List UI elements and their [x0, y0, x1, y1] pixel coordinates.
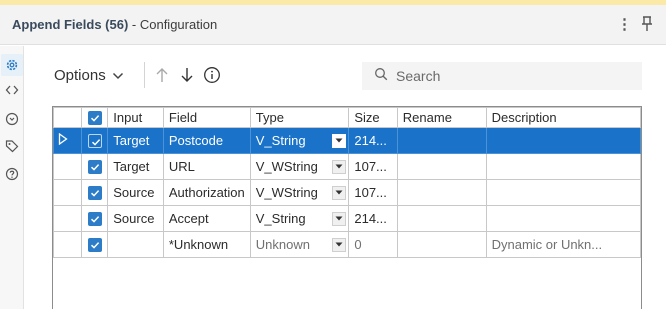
cell-size[interactable]: 0	[348, 231, 398, 258]
options-dropdown[interactable]: Options	[54, 67, 124, 84]
row-include-checkbox[interactable]	[81, 205, 109, 232]
row-include-checkbox[interactable]	[81, 179, 109, 206]
search-icon	[374, 67, 388, 86]
cell-size[interactable]: 214...	[348, 127, 398, 154]
cell-input	[107, 231, 164, 258]
cell-input: Source	[107, 179, 164, 206]
search-box[interactable]	[362, 62, 642, 90]
type-dropdown[interactable]: V_String	[249, 205, 350, 232]
toolbar: Options	[40, 60, 650, 92]
column-header-input[interactable]: Input	[107, 107, 164, 128]
cell-rename[interactable]	[396, 127, 487, 154]
column-header-type[interactable]: Type	[249, 107, 350, 128]
chevron-down-icon	[112, 67, 124, 84]
row-marker-header	[53, 107, 83, 128]
cell-description[interactable]: Dynamic or Unkn...	[485, 231, 641, 258]
cell-field: URL	[162, 153, 251, 180]
cell-input: Target	[107, 153, 164, 180]
select-all-checkbox[interactable]	[81, 107, 109, 128]
dropdown-arrow-icon[interactable]	[332, 133, 347, 148]
table-header-row: Input Field Type Size Rename Description	[53, 107, 641, 128]
sidebar	[0, 46, 24, 309]
cell-type: V_String	[255, 133, 306, 148]
column-header-field[interactable]: Field	[162, 107, 251, 128]
tool-name: Append Fields (56)	[12, 17, 129, 32]
panel-header: Append Fields (56) - Configuration ⋮	[0, 5, 666, 45]
type-dropdown[interactable]: Unknown	[249, 231, 350, 258]
dropdown-arrow-icon[interactable]	[332, 237, 347, 252]
cell-size[interactable]: 214...	[348, 205, 398, 232]
cell-field: *Unknown	[162, 231, 251, 258]
type-dropdown[interactable]: V_String	[249, 127, 350, 154]
row-include-checkbox[interactable]	[81, 127, 109, 154]
cell-rename[interactable]	[396, 205, 487, 232]
cell-type: V_String	[255, 211, 306, 226]
code-icon[interactable]	[5, 83, 19, 97]
options-label: Options	[54, 67, 106, 84]
cell-field: Postcode	[162, 127, 251, 154]
fields-table: Input Field Type Size Rename Description…	[53, 107, 641, 258]
cell-size[interactable]: 107...	[348, 179, 398, 206]
cell-rename[interactable]	[396, 179, 487, 206]
row-pointer-icon	[53, 127, 83, 154]
checkbox-checked-icon	[87, 111, 102, 126]
cell-type: V_WString	[255, 159, 318, 174]
checkbox-checked-icon	[87, 212, 102, 227]
row-marker	[53, 179, 83, 206]
dropdown-arrow-icon[interactable]	[332, 185, 347, 200]
checkbox-checked-icon	[87, 134, 102, 149]
type-dropdown[interactable]: V_WString	[249, 153, 350, 180]
kebab-menu-icon[interactable]: ⋮	[617, 15, 632, 33]
panel-title: Append Fields (56) - Configuration	[12, 17, 217, 32]
cell-description[interactable]	[485, 127, 641, 154]
cell-input: Target	[107, 127, 164, 154]
cell-description[interactable]	[485, 179, 641, 206]
checkbox-checked-icon	[87, 238, 102, 253]
column-header-description[interactable]: Description	[485, 107, 641, 128]
search-input[interactable]	[396, 68, 616, 84]
table-row[interactable]: Source Authorization V_WString 107...	[53, 179, 641, 206]
gear-icon[interactable]	[1, 54, 23, 76]
row-include-checkbox[interactable]	[81, 231, 109, 258]
table-row[interactable]: *Unknown Unknown 0 Dynamic or Unkn...	[53, 231, 641, 258]
info-icon[interactable]	[203, 66, 221, 84]
table-row[interactable]: Source Accept V_String 214...	[53, 205, 641, 232]
fields-grid: Input Field Type Size Rename Description…	[52, 106, 642, 309]
cell-rename[interactable]	[396, 231, 487, 258]
row-marker	[53, 205, 83, 232]
dropdown-arrow-icon[interactable]	[332, 159, 347, 174]
cell-description[interactable]	[485, 153, 641, 180]
table-row[interactable]: Target Postcode V_String 214...	[53, 127, 641, 154]
cell-size[interactable]: 107...	[348, 153, 398, 180]
cell-description[interactable]	[485, 205, 641, 232]
help-icon[interactable]	[5, 167, 19, 181]
cell-rename[interactable]	[396, 153, 487, 180]
move-down-icon[interactable]	[178, 66, 196, 84]
tag-icon[interactable]	[5, 139, 19, 153]
cell-field: Accept	[162, 205, 251, 232]
toolbar-divider	[144, 62, 145, 88]
cell-type: V_WString	[255, 185, 318, 200]
target-icon[interactable]	[5, 112, 19, 126]
cell-field: Authorization	[162, 179, 251, 206]
checkbox-checked-icon	[87, 160, 102, 175]
row-include-checkbox[interactable]	[81, 153, 109, 180]
pin-icon[interactable]	[640, 15, 654, 33]
cell-type: Unknown	[255, 237, 310, 252]
type-dropdown[interactable]: V_WString	[249, 179, 350, 206]
panel-subtitle: - Configuration	[128, 17, 218, 32]
row-marker	[53, 231, 83, 258]
move-up-icon[interactable]	[153, 66, 171, 84]
column-header-rename[interactable]: Rename	[396, 107, 487, 128]
cell-input: Source	[107, 205, 164, 232]
table-row[interactable]: Target URL V_WString 107...	[53, 153, 641, 180]
dropdown-arrow-icon[interactable]	[332, 211, 347, 226]
column-header-size[interactable]: Size	[348, 107, 398, 128]
checkbox-checked-icon	[87, 186, 102, 201]
row-marker	[53, 153, 83, 180]
